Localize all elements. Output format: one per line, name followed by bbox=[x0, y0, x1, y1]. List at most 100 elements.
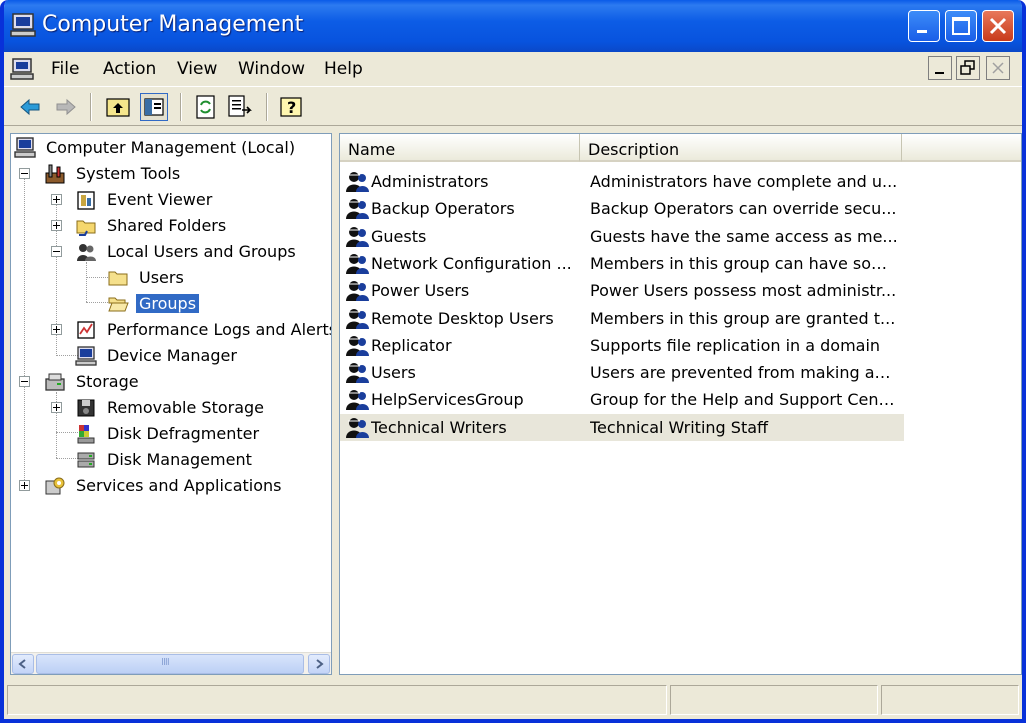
toolbar: ? bbox=[4, 86, 1022, 126]
tree-label: Local Users and Groups bbox=[107, 242, 296, 261]
expand-toggle[interactable] bbox=[51, 194, 62, 205]
show-hide-tree-icon bbox=[144, 98, 164, 116]
tree-node-system-tools[interactable]: System Tools bbox=[11, 162, 331, 186]
close-button[interactable] bbox=[982, 10, 1014, 42]
forward-arrow-icon bbox=[56, 98, 76, 116]
minimize-button[interactable] bbox=[908, 10, 940, 42]
scroll-thumb[interactable] bbox=[36, 654, 304, 674]
removable-storage-icon bbox=[77, 399, 95, 417]
title-bar[interactable]: Computer Management bbox=[4, 0, 1022, 52]
up-one-level-button[interactable] bbox=[104, 93, 132, 121]
menu-bar: File Action View Window Help bbox=[4, 52, 1022, 86]
tree-node-storage[interactable]: Storage bbox=[11, 370, 331, 394]
collapse-toggle[interactable] bbox=[19, 168, 30, 179]
tree-label: Services and Applications bbox=[76, 476, 282, 495]
tree-node-local-users-and-groups[interactable]: Local Users and Groups bbox=[11, 240, 331, 264]
group-icon bbox=[346, 308, 369, 329]
group-icon bbox=[346, 172, 369, 192]
minimize-icon bbox=[917, 30, 927, 33]
tree-label: Removable Storage bbox=[107, 398, 265, 417]
tree-node-groups[interactable]: Groups bbox=[11, 292, 331, 316]
tree-node-shared-folders[interactable]: Shared Folders bbox=[11, 214, 331, 238]
group-name: Administrators bbox=[371, 172, 489, 191]
disk-management-icon bbox=[77, 452, 95, 468]
menu-action[interactable]: Action bbox=[103, 59, 156, 79]
group-icon bbox=[346, 226, 369, 247]
collapse-toggle[interactable] bbox=[51, 246, 62, 257]
group-icon bbox=[346, 253, 369, 274]
tree-node-event-viewer[interactable]: Event Viewer bbox=[11, 188, 331, 212]
computer-icon[interactable] bbox=[10, 58, 34, 80]
group-name: Guests bbox=[371, 226, 427, 246]
menu-file[interactable]: File bbox=[51, 59, 79, 79]
chevron-left-icon bbox=[18, 659, 26, 669]
tree-node-services-and-applications[interactable]: Services and Applications bbox=[11, 474, 331, 498]
menu-help[interactable]: Help bbox=[324, 59, 363, 79]
list-item[interactable]: Backup Operators Backup Operators can ove… bbox=[340, 195, 904, 222]
tree-node-disk-management[interactable]: Disk Management bbox=[11, 448, 331, 472]
storage-icon bbox=[45, 373, 65, 391]
group-icon bbox=[346, 363, 369, 384]
group-description: Technical Writing Staff bbox=[590, 417, 769, 437]
tree-node-removable-storage[interactable]: Removable Storage bbox=[11, 396, 331, 420]
tree-node-root[interactable]: Computer Management (Local) bbox=[11, 136, 331, 160]
expand-toggle[interactable] bbox=[51, 324, 62, 335]
tree-horizontal-scrollbar[interactable] bbox=[11, 652, 331, 674]
group-description: Users are prevented from making ac... bbox=[590, 363, 898, 383]
status-panel bbox=[7, 685, 667, 715]
list-item[interactable]: Replicator Supports file replication in a… bbox=[340, 332, 904, 359]
child-close-button[interactable] bbox=[986, 56, 1010, 80]
collapse-toggle[interactable] bbox=[19, 376, 30, 387]
list-item[interactable]: Administrators Administrators have comple… bbox=[340, 168, 904, 195]
details-list[interactable]: Name Description Administrators Administr… bbox=[339, 133, 1022, 675]
menu-window[interactable]: Window bbox=[238, 59, 305, 79]
group-description: Members in this group are granted t... bbox=[590, 308, 896, 328]
list-item[interactable]: Network Configuration ... Members in this… bbox=[340, 250, 904, 277]
group-name: Technical Writers bbox=[371, 417, 507, 437]
menu-view[interactable]: View bbox=[177, 59, 217, 79]
export-list-button[interactable] bbox=[226, 93, 254, 121]
maximize-button[interactable] bbox=[945, 10, 977, 42]
group-name: Replicator bbox=[371, 335, 452, 355]
scroll-right-button[interactable] bbox=[308, 654, 330, 674]
device-manager-icon bbox=[75, 346, 97, 366]
column-header-name[interactable]: Name bbox=[340, 134, 580, 162]
performance-logs-icon bbox=[77, 321, 95, 339]
tree-node-performance-logs[interactable]: Performance Logs and Alerts bbox=[11, 318, 331, 342]
expand-toggle[interactable] bbox=[51, 402, 62, 413]
child-minimize-button[interactable] bbox=[928, 56, 952, 80]
list-item[interactable]: HelpServicesGroup Group for the Help and … bbox=[340, 386, 904, 413]
group-name: Remote Desktop Users bbox=[371, 308, 554, 328]
help-button[interactable]: ? bbox=[278, 93, 306, 121]
expand-toggle[interactable] bbox=[51, 220, 62, 231]
tree-node-disk-defragmenter[interactable]: Disk Defragmenter bbox=[11, 422, 331, 446]
refresh-button[interactable] bbox=[192, 93, 220, 121]
tree-label: Shared Folders bbox=[107, 216, 227, 235]
back-button[interactable] bbox=[16, 93, 44, 121]
open-folder-icon bbox=[108, 297, 129, 312]
close-icon bbox=[989, 17, 1007, 35]
tree-node-device-manager[interactable]: Device Manager bbox=[11, 344, 331, 368]
list-item[interactable]: Guests Guests have the same access as me.… bbox=[340, 223, 904, 250]
column-header-label: Name bbox=[348, 140, 396, 159]
status-panel bbox=[881, 685, 1019, 715]
restore-icon bbox=[960, 60, 975, 75]
child-restore-button[interactable] bbox=[956, 56, 980, 80]
help-icon: ? bbox=[280, 97, 302, 117]
scroll-left-button[interactable] bbox=[12, 654, 34, 674]
tree-label: Computer Management (Local) bbox=[46, 138, 296, 157]
console-tree[interactable]: Computer Management (Local) System Tools… bbox=[10, 133, 332, 675]
list-item[interactable]: Remote Desktop Users Members in this grou… bbox=[340, 305, 904, 332]
list-item[interactable]: Users Users are prevented from making ac.… bbox=[340, 359, 904, 386]
show-hide-console-tree-button[interactable] bbox=[140, 93, 168, 121]
expand-toggle[interactable] bbox=[19, 480, 30, 491]
group-icon bbox=[346, 417, 369, 438]
status-panel bbox=[670, 685, 878, 715]
tree-node-users[interactable]: Users bbox=[11, 266, 331, 290]
list-item[interactable]: Power Users Power Users possess most admi… bbox=[340, 277, 904, 304]
group-name: Power Users bbox=[371, 281, 470, 301]
forward-button[interactable] bbox=[52, 93, 80, 121]
list-item[interactable]: Technical Writers Technical Writing Staff bbox=[340, 413, 904, 441]
status-bar bbox=[4, 680, 1022, 719]
column-header-description[interactable]: Description bbox=[580, 134, 902, 162]
